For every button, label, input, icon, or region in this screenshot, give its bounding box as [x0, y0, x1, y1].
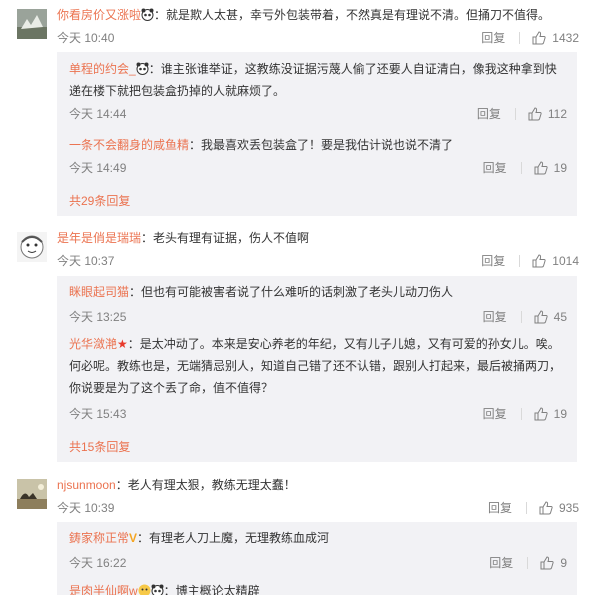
- like-button[interactable]: 1432: [532, 31, 579, 45]
- like-count: 9: [560, 555, 567, 570]
- divider: [525, 501, 527, 514]
- comment-item: 是年是俏是瑞瑞：老头有理有证据，伤人不值啊 今天 10:37 回复 1014 眯…: [0, 226, 589, 464]
- view-more-replies-link[interactable]: 共15条回复: [69, 438, 130, 455]
- like-count: 45: [553, 309, 567, 324]
- reply-item: 鋳家称正常V：有理老人刀上魔，无理教练血成河 今天 16:22 回复 9: [69, 527, 567, 575]
- like-button[interactable]: 1014: [532, 254, 579, 268]
- reply-button[interactable]: 回复: [483, 308, 507, 325]
- face-emoji-icon: [138, 582, 151, 595]
- avatar[interactable]: [17, 479, 47, 509]
- username-link[interactable]: 眯眼起司猫: [69, 285, 129, 299]
- divider: [519, 31, 521, 44]
- thumbs-up-icon: [540, 555, 554, 569]
- username-link[interactable]: 一条不会翻身的咸鱼精: [69, 138, 189, 152]
- thumbs-up-icon: [539, 500, 553, 514]
- avatar[interactable]: [17, 232, 47, 262]
- username-link[interactable]: 光华潋滟: [69, 337, 117, 351]
- username-link[interactable]: 是年是俏是瑞瑞: [57, 231, 141, 245]
- divider: [519, 254, 521, 267]
- reply-body: ：是太冲动了。本来是安心养老的年纪，又有儿子儿媳，又有可爱的孙女儿。唉。何必呢。…: [69, 337, 562, 395]
- thumbs-up-icon: [532, 30, 546, 44]
- panda-emoji-icon: [141, 8, 154, 21]
- comment-body: ：老头有理有证据，伤人不值啊: [141, 231, 310, 245]
- like-button[interactable]: 112: [528, 107, 567, 121]
- comment-time: 今天 10:40: [57, 31, 115, 45]
- like-count: 935: [558, 500, 579, 515]
- replies-box: 单程的约会_ ：谁主张谁举证，这教练没证据污蔑人偷了还要人自证清白，像我这种拿到快…: [57, 52, 577, 216]
- reply-item: 一条不会翻身的咸鱼精：我最喜欢丢包装盒了！要是我估计说也说不清了 今天 14:4…: [69, 134, 567, 180]
- thumbs-up-icon: [534, 406, 548, 420]
- divider: [520, 407, 522, 420]
- username-link[interactable]: 是肉半仙啊w: [69, 584, 138, 595]
- verified-v-icon: V: [129, 531, 138, 545]
- like-button[interactable]: 935: [539, 501, 579, 515]
- comment-text: njsunmoon：老人有理太狠，教练无理太蠢！: [57, 476, 579, 494]
- thumbs-up-icon: [534, 160, 548, 174]
- reply-button[interactable]: 回复: [477, 105, 501, 122]
- reply-time: 今天 15:43: [69, 407, 127, 421]
- comment-body: ：就是欺人太甚，幸亏外包装带着，不然真是有理说不清。但捅刀不值得。: [154, 8, 551, 22]
- comment-text: 是年是俏是瑞瑞：老头有理有证据，伤人不值啊: [57, 229, 579, 247]
- reply-button[interactable]: 回复: [483, 405, 507, 422]
- reply-text: 一条不会翻身的咸鱼精：我最喜欢丢包装盒了！要是我估计说也说不清了: [69, 134, 567, 156]
- panda-emoji-icon: [136, 60, 149, 75]
- comment-body: ：老人有理太狠，教练无理太蠢！: [115, 478, 296, 492]
- reply-text: 光华潋滟★：是太冲动了。本来是安心养老的年纪，又有儿子儿媳，又有可爱的孙女儿。唉…: [69, 333, 567, 399]
- reply-time: 今天 14:49: [69, 161, 127, 175]
- divider: [514, 107, 516, 120]
- reply-button[interactable]: 回复: [481, 252, 505, 269]
- like-button[interactable]: 45: [534, 310, 567, 324]
- username-link[interactable]: 你看房价又涨啦: [57, 8, 141, 22]
- like-count: 112: [547, 106, 567, 121]
- star-badge-icon: ★: [117, 337, 128, 351]
- reply-item: 单程的约会_ ：谁主张谁举证，这教练没证据污蔑人偷了还要人自证清白，像我这种拿到快…: [69, 58, 567, 130]
- like-count: 1432: [552, 30, 579, 45]
- comment-item: njsunmoon：老人有理太狠，教练无理太蠢！ 今天 10:39 回复 935…: [0, 470, 589, 595]
- comment-time: 今天 10:39: [57, 501, 115, 515]
- reply-item: 光华潋滟★：是太冲动了。本来是安心养老的年纪，又有儿子儿媳，又有可爱的孙女儿。唉…: [69, 333, 567, 433]
- divider: [520, 161, 522, 174]
- reply-time: 今天 16:22: [69, 556, 127, 570]
- reply-body: ：我最喜欢丢包装盒了！要是我估计说也说不清了: [189, 138, 454, 152]
- reply-button[interactable]: 回复: [481, 29, 505, 46]
- like-count: 19: [553, 160, 567, 175]
- panda-emoji-icon: [151, 582, 164, 595]
- reply-button[interactable]: 回复: [488, 499, 512, 516]
- reply-body: ：博主概论太精辟: [163, 584, 260, 595]
- reply-item: 是肉半仙啊w ：博主概论太精辟: [69, 580, 567, 595]
- thumbs-up-icon: [534, 309, 548, 323]
- like-count: 19: [553, 406, 567, 421]
- comment-text: 你看房价又涨啦 ：就是欺人太甚，幸亏外包装带着，不然真是有理说不清。但捅刀不值得。: [57, 6, 579, 24]
- reply-text: 鋳家称正常V：有理老人刀上魔，无理教练血成河: [69, 527, 567, 549]
- replies-box: 鋳家称正常V：有理老人刀上魔，无理教练血成河 今天 16:22 回复 9 是肉半…: [57, 522, 577, 595]
- reply-body: ：有理老人刀上魔，无理教练血成河: [137, 531, 330, 545]
- comment-time: 今天 10:37: [57, 254, 115, 268]
- username-link[interactable]: njsunmoon: [57, 478, 116, 492]
- thumbs-up-icon: [532, 253, 546, 267]
- reply-text: 是肉半仙啊w ：博主概论太精辟: [69, 580, 567, 595]
- username-link[interactable]: 鋳家称正常: [69, 531, 129, 545]
- reply-time: 今天 14:44: [69, 107, 127, 121]
- reply-time: 今天 13:25: [69, 310, 127, 324]
- divider: [527, 556, 529, 569]
- reply-text: 眯眼起司猫：但也有可能被害者说了什么难听的话刺激了老头儿动刀伤人: [69, 281, 567, 303]
- avatar[interactable]: [17, 9, 47, 39]
- replies-box: 眯眼起司猫：但也有可能被害者说了什么难听的话刺激了老头儿动刀伤人 今天 13:2…: [57, 276, 577, 462]
- reply-item: 眯眼起司猫：但也有可能被害者说了什么难听的话刺激了老头儿动刀伤人 今天 13:2…: [69, 281, 567, 329]
- reply-button[interactable]: 回复: [489, 554, 513, 571]
- reply-text: 单程的约会_ ：谁主张谁举证，这教练没证据污蔑人偷了还要人自证清白，像我这种拿到快…: [69, 58, 567, 102]
- reply-body: ：但也有可能被害者说了什么难听的话刺激了老头儿动刀伤人: [129, 285, 454, 299]
- divider: [520, 310, 522, 323]
- like-button[interactable]: 9: [540, 556, 567, 570]
- username-link[interactable]: 单程的约会_: [69, 62, 136, 76]
- comment-item: 你看房价又涨啦 ：就是欺人太甚，幸亏外包装带着，不然真是有理说不清。但捅刀不值得。…: [0, 0, 589, 220]
- view-more-replies-link[interactable]: 共29条回复: [69, 192, 130, 209]
- like-button[interactable]: 19: [534, 407, 567, 421]
- like-button[interactable]: 19: [534, 161, 567, 175]
- thumbs-up-icon: [528, 106, 542, 120]
- reply-button[interactable]: 回复: [483, 159, 507, 176]
- like-count: 1014: [552, 253, 579, 268]
